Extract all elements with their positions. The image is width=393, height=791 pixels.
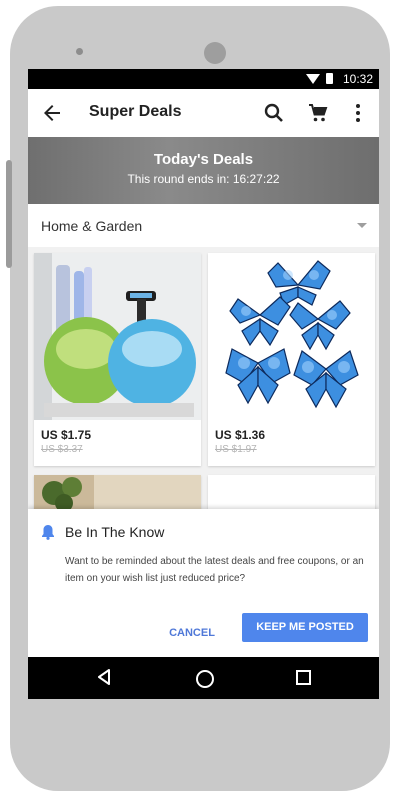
back-arrow-icon[interactable]: [40, 101, 64, 125]
category-label: Home & Garden: [41, 218, 143, 234]
status-bar: 10:32: [28, 69, 379, 89]
status-icons: [306, 73, 333, 84]
product-grid: US $1.75 US $3.37 US $1.36 US $1.97: [28, 247, 379, 515]
cancel-button[interactable]: CANCEL: [156, 620, 228, 646]
wifi-icon: [306, 73, 320, 84]
dialog-title: Be In The Know: [65, 524, 165, 540]
status-time: 10:32: [342, 72, 373, 86]
category-dropdown[interactable]: Home & Garden: [28, 204, 379, 248]
side-button: [6, 160, 12, 268]
banner-title: Today's Deals: [153, 151, 254, 168]
product-card[interactable]: US $1.36 US $1.97: [208, 253, 375, 466]
cart-icon[interactable]: [306, 101, 330, 125]
nav-recents-icon[interactable]: [296, 670, 311, 685]
countdown-text: This round ends in: 16:27:22: [127, 172, 280, 186]
more-vert-icon[interactable]: [346, 101, 370, 125]
product-image-toothbrush-holder: [34, 253, 201, 420]
battery-icon: [326, 73, 333, 84]
dialog-message: Want to be reminded about the latest dea…: [65, 556, 364, 584]
product-original-price: US $3.37: [41, 444, 83, 455]
screen: 10:32 Super Deals Today's Deals This rou…: [28, 69, 379, 699]
proximity-sensor: [76, 48, 83, 55]
product-price: US $1.75: [41, 428, 92, 442]
bell-icon: [42, 525, 54, 540]
system-nav-bar: [28, 657, 379, 699]
search-icon[interactable]: [262, 101, 286, 125]
toolbar: Super Deals: [28, 89, 379, 137]
product-image-butterfly-stickers: [208, 253, 375, 420]
product-original-price: US $1.97: [215, 444, 257, 455]
product-card[interactable]: US $1.75 US $3.37: [34, 253, 201, 466]
product-price: US $1.36: [215, 428, 266, 442]
page-title: Super Deals: [89, 103, 182, 120]
notification-dialog: Be In The Know Want to be reminded about…: [28, 509, 379, 657]
front-camera: [204, 42, 226, 64]
chevron-down-icon: [357, 223, 367, 228]
nav-home-icon[interactable]: [196, 670, 214, 688]
nav-back-icon[interactable]: [97, 669, 111, 685]
keep-me-posted-button[interactable]: KEEP ME POSTED: [242, 613, 368, 642]
deals-banner: Today's Deals This round ends in: 16:27:…: [28, 137, 379, 204]
